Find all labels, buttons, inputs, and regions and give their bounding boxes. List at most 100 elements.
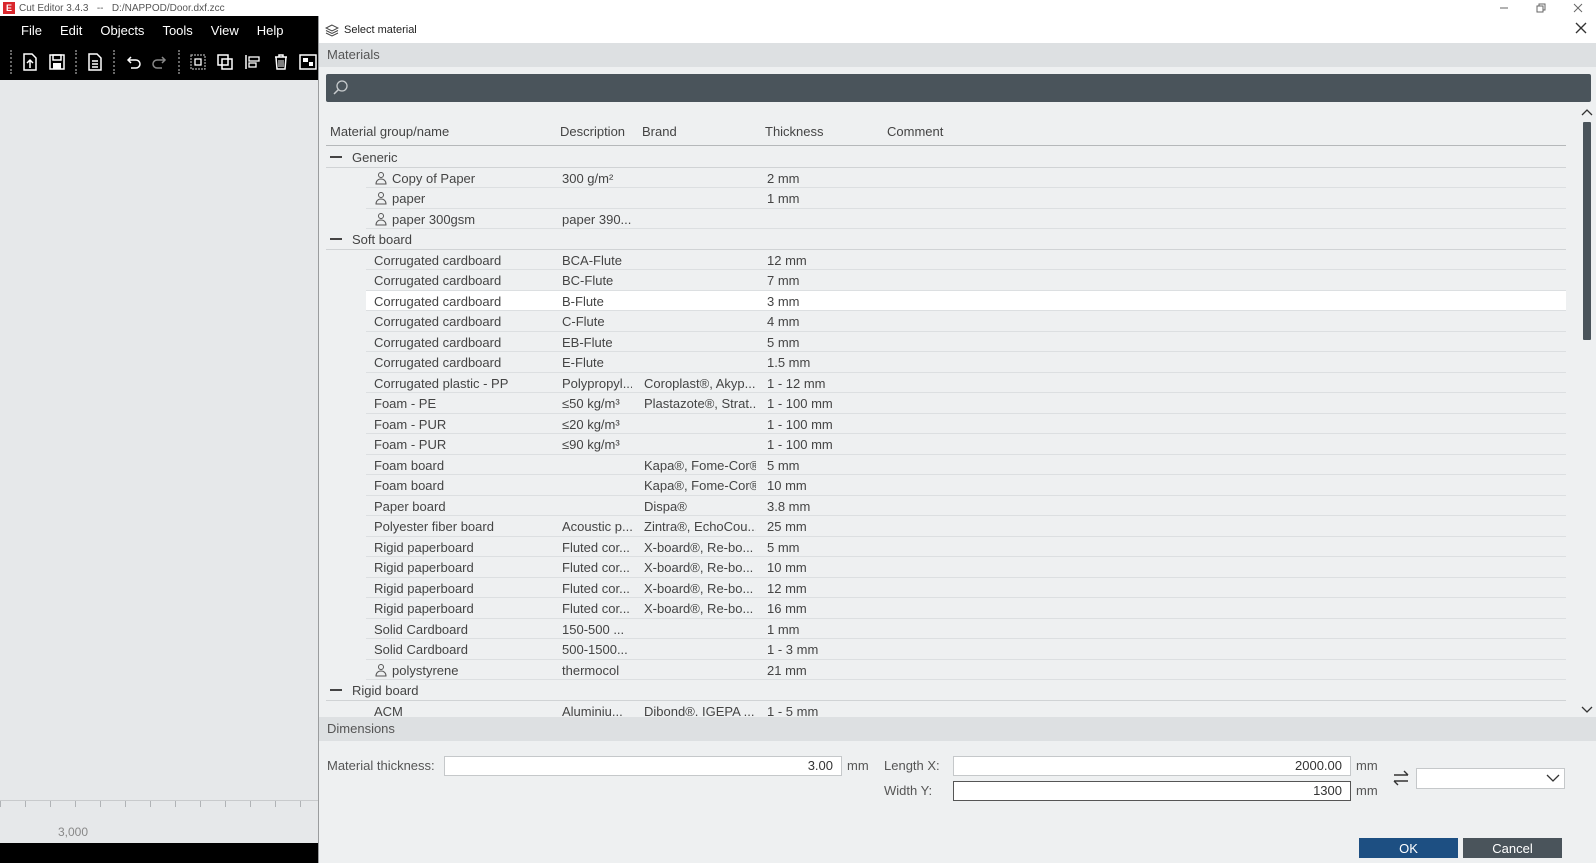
material-brand: X-board®, Re-bo... xyxy=(644,580,754,596)
material-row[interactable]: Corrugated plastic - PP Polypropyl... Coro… xyxy=(366,373,1566,393)
material-description: 150-500 ... xyxy=(562,621,625,637)
material-row[interactable]: Corrugated cardboard B-Flute 3 mm xyxy=(366,290,1566,311)
material-name: Foam board xyxy=(374,457,445,473)
material-row[interactable]: Rigid paperboard Fluted cor... X-board®, R… xyxy=(366,557,1566,578)
material-name: Corrugated cardboard xyxy=(374,252,502,268)
material-thickness: 5 mm xyxy=(767,457,800,473)
material-row[interactable]: Paper board Dispa® 3.8 mm xyxy=(366,496,1566,516)
material-row[interactable]: Foam board Kapa®, Fome-Cor® 10 mm xyxy=(366,475,1566,496)
material-thickness: 1.5 mm xyxy=(767,355,811,370)
group-icon[interactable] xyxy=(186,50,210,74)
table-scrollbar[interactable] xyxy=(1581,106,1593,716)
restore-button[interactable] xyxy=(1522,0,1559,16)
length-x-input[interactable]: 2000.00 xyxy=(953,756,1351,776)
material-row[interactable]: Rigid paperboard Fluted cor... X-board®, R… xyxy=(366,598,1566,619)
collapse-icon[interactable] xyxy=(330,689,342,691)
material-name-cell: Foam - PE xyxy=(374,396,554,411)
material-thickness: 10 mm xyxy=(767,560,807,575)
swap-dimensions-icon[interactable] xyxy=(1391,770,1411,786)
column-description[interactable]: Description xyxy=(560,124,625,139)
column-comment[interactable]: Comment xyxy=(887,124,943,139)
material-row[interactable]: ACM Aluminiu... Dibond®, IGEPA ... 1 - 5 mm xyxy=(366,701,1566,717)
undo-icon[interactable] xyxy=(121,50,145,74)
material-name: Corrugated cardboard xyxy=(374,293,502,309)
material-row[interactable]: Foam - PUR ≤90 kg/m³ 1 - 100 mm xyxy=(366,434,1566,455)
search-input[interactable] xyxy=(354,78,1574,98)
dialog-close-button[interactable] xyxy=(1573,21,1589,38)
minimize-button[interactable] xyxy=(1485,0,1522,16)
material-row[interactable]: Corrugated cardboard E-Flute 1.5 mm xyxy=(366,352,1566,373)
material-row[interactable]: Solid Cardboard 500-1500... 1 - 3 mm xyxy=(366,639,1566,660)
material-row[interactable]: Foam - PUR ≤20 kg/m³ 1 - 100 mm xyxy=(366,414,1566,434)
column-material-name[interactable]: Material group/name xyxy=(330,124,449,139)
material-row[interactable]: Corrugated cardboard BCA-Flute 12 mm xyxy=(366,250,1566,270)
material-name-cell: Corrugated cardboard xyxy=(374,355,554,370)
menu-help[interactable]: Help xyxy=(248,23,293,38)
drawing-canvas[interactable] xyxy=(0,80,318,843)
material-description: BC-Flute xyxy=(562,273,614,288)
material-group-row[interactable]: Generic xyxy=(326,147,1566,168)
material-brand: Dispa® xyxy=(644,498,687,514)
material-name: Corrugated plastic - PP xyxy=(374,375,509,391)
material-name-cell: Corrugated cardboard xyxy=(374,314,554,329)
menu-file[interactable]: File xyxy=(12,23,51,38)
column-thickness[interactable]: Thickness xyxy=(765,124,824,139)
align-icon[interactable] xyxy=(241,50,265,74)
save-icon[interactable] xyxy=(46,50,70,74)
material-row[interactable]: Corrugated cardboard BC-Flute 7 mm xyxy=(366,270,1566,291)
material-thickness-input[interactable]: 3.00 xyxy=(444,756,842,776)
material-row[interactable]: Rigid paperboard Fluted cor... X-board®, R… xyxy=(366,537,1566,557)
group-name: Soft board xyxy=(352,232,412,247)
material-row[interactable]: Corrugated cardboard EB-Flute 5 mm xyxy=(366,332,1566,352)
export-icon[interactable] xyxy=(83,50,107,74)
toolbar-separator xyxy=(112,50,115,74)
table-body: Generic Copy of Paper 300 g/m² 2 mm paper 1 m… xyxy=(326,147,1566,716)
material-row[interactable]: paper 300gsm paper 390... xyxy=(366,209,1566,229)
import-icon[interactable] xyxy=(18,50,42,74)
material-description: E-Flute xyxy=(562,355,604,370)
menu-edit[interactable]: Edit xyxy=(51,23,91,38)
redo-icon[interactable] xyxy=(148,50,172,74)
material-search-bar[interactable] xyxy=(326,74,1591,102)
scroll-down-icon[interactable] xyxy=(1581,704,1593,716)
material-row[interactable]: paper 1 mm xyxy=(366,188,1566,209)
material-group-row[interactable]: Rigid board xyxy=(326,680,1566,701)
restore-icon xyxy=(1536,3,1545,13)
nest-icon[interactable] xyxy=(296,50,320,74)
material-name: Foam board xyxy=(374,478,445,493)
collapse-icon[interactable] xyxy=(330,238,342,240)
column-brand[interactable]: Brand xyxy=(642,124,677,139)
close-window-button[interactable] xyxy=(1559,0,1596,16)
close-icon xyxy=(1575,22,1587,34)
collapse-icon[interactable] xyxy=(330,156,342,158)
material-description: Fluted cor... xyxy=(562,560,630,575)
material-row[interactable]: Foam board Kapa®, Fome-Cor® 5 mm xyxy=(366,455,1566,475)
transform-icon[interactable] xyxy=(214,50,238,74)
menu-view[interactable]: View xyxy=(202,23,248,38)
material-row[interactable]: Corrugated cardboard C-Flute 4 mm xyxy=(366,311,1566,332)
material-row[interactable]: Polyester fiber board Acoustic p... Zintra… xyxy=(366,516,1566,537)
material-row[interactable]: Copy of Paper 300 g/m² 2 mm xyxy=(366,168,1566,188)
app-title: Cut Editor 3.4.3 -- D:/NAPPOD/Door.dxf.z… xyxy=(19,2,225,14)
scroll-up-icon[interactable] xyxy=(1581,106,1593,118)
materials-section-header: Materials xyxy=(319,43,1596,67)
group-name: Generic xyxy=(352,150,398,165)
material-row[interactable]: polystyrene thermocol 21 mm xyxy=(366,660,1566,680)
material-name-cell: Solid Cardboard xyxy=(374,622,554,637)
chevron-down-icon xyxy=(1546,772,1560,787)
menu-objects[interactable]: Objects xyxy=(91,23,153,38)
dimension-preset-select[interactable] xyxy=(1416,768,1565,789)
width-y-input[interactable]: 1300 xyxy=(953,781,1351,801)
material-row[interactable]: Solid Cardboard 150-500 ... 1 mm xyxy=(366,619,1566,639)
material-group-row[interactable]: Soft board xyxy=(326,229,1566,250)
material-row[interactable]: Foam - PE ≤50 kg/m³ Plastazote®, Strat... 1… xyxy=(366,393,1566,414)
menu-tools[interactable]: Tools xyxy=(153,23,201,38)
delete-icon[interactable] xyxy=(269,50,293,74)
group-name: Rigid board xyxy=(352,683,419,698)
scrollbar-thumb[interactable] xyxy=(1583,122,1591,340)
material-thickness: 1 - 100 mm xyxy=(767,396,833,411)
cancel-button[interactable]: Cancel xyxy=(1463,838,1562,858)
ruler-label: 3,000 xyxy=(58,825,89,839)
material-row[interactable]: Rigid paperboard Fluted cor... X-board®, R… xyxy=(366,578,1566,598)
ok-button[interactable]: OK xyxy=(1359,838,1458,858)
